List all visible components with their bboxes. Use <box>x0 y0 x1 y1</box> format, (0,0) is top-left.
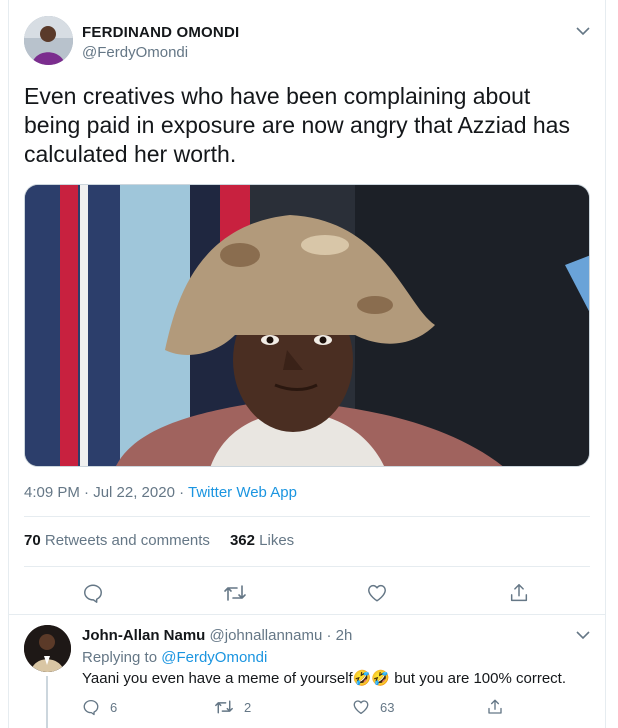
tweet-text: Even creatives who have been complaining… <box>24 83 570 167</box>
reply-retweets-count: 2 <box>244 699 252 715</box>
retweets-stat[interactable]: 70 Retweets and comments <box>24 532 210 549</box>
meme-photo <box>25 185 589 466</box>
reply-author-name[interactable]: John-Allan Namu <box>82 627 205 644</box>
retweet-icon[interactable] <box>218 576 252 610</box>
reply-reply-button[interactable]: 6 <box>82 697 117 717</box>
retweet-icon <box>215 700 233 714</box>
divider <box>8 614 606 615</box>
avatar-image <box>24 625 71 672</box>
reply-replies-count: 6 <box>110 699 118 715</box>
retweets-label: Retweets and comments <box>44 532 210 549</box>
chevron-down-icon[interactable] <box>573 625 593 645</box>
likes-count: 362 <box>229 532 255 549</box>
reply-icon <box>83 699 99 716</box>
like-icon <box>353 700 369 715</box>
separator-dot: · <box>326 627 332 644</box>
reply-likes-count: 63 <box>380 699 395 715</box>
share-icon[interactable] <box>502 576 536 610</box>
author-avatar[interactable] <box>24 16 73 65</box>
reply-author-avatar[interactable] <box>24 625 71 672</box>
divider <box>24 516 590 517</box>
reply-author-handle[interactable]: @johnallannamu <box>210 627 323 644</box>
reply-like-button[interactable]: 63 <box>352 697 394 717</box>
source-link[interactable]: Twitter Web App <box>188 484 297 501</box>
like-icon[interactable] <box>360 576 394 610</box>
share-icon <box>488 699 502 714</box>
tweet-stats: 70 Retweets and comments 362 Likes <box>24 532 294 549</box>
replying-prefix: Replying to <box>82 649 162 666</box>
reply-icon[interactable] <box>76 576 110 610</box>
reply-text: Yaani you even have a meme of yourself🤣🤣… <box>82 670 566 687</box>
reply-retweet-button[interactable]: 2 <box>214 697 251 717</box>
tweet-image[interactable] <box>24 184 590 467</box>
tweet-timestamp: 4:09 PM · Jul 22, 2020 · Twitter Web App <box>24 484 297 501</box>
replying-mention[interactable]: @FerdyOmondi <box>161 649 267 666</box>
tweet-action-bar <box>24 576 590 610</box>
likes-stat[interactable]: 362 Likes <box>230 532 294 549</box>
reply-header: John-Allan Namu @johnallannamu · 2h <box>82 627 352 644</box>
author-handle[interactable]: @FerdyOmondi <box>82 44 188 61</box>
retweets-count: 70 <box>24 532 41 549</box>
divider <box>24 566 590 567</box>
timestamp-text[interactable]: 4:09 PM · Jul 22, 2020 · <box>24 484 188 501</box>
avatar-image <box>24 16 73 65</box>
chevron-down-icon[interactable] <box>573 21 593 41</box>
reply-share-button[interactable] <box>486 697 504 717</box>
likes-label: Likes <box>259 532 295 549</box>
thread-line <box>46 676 48 728</box>
reply-time[interactable]: 2h <box>336 627 353 644</box>
author-name[interactable]: FERDINAND OMONDI <box>82 24 239 41</box>
replying-to: Replying to @FerdyOmondi <box>82 649 267 666</box>
